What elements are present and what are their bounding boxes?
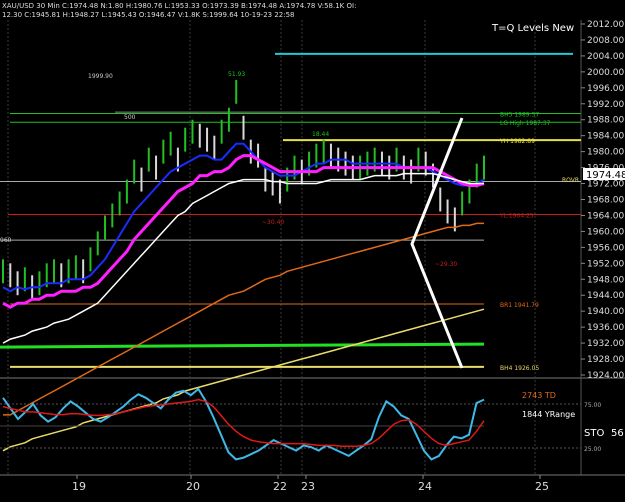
price-axis: 2012.00 2008.00 2004.00 2000.00 1996.00 1992.… (581, 20, 624, 381)
y-tick-label: 1996.00 (587, 84, 624, 94)
y-tick-label: 2012.00 (587, 20, 624, 30)
x-tick-label: 22 (273, 480, 287, 493)
y-tick-label: 1956.00 (587, 243, 624, 253)
y-tick-label: 1944.00 (587, 291, 624, 301)
level-label: YL 1964.25 (499, 212, 534, 219)
y-tick-label: 1948.00 (587, 275, 624, 285)
chart-annotation: 1999.90 (88, 73, 113, 80)
header-line-2: 12.30 C:1945.81 H:1948.27 L:1945.43 O:19… (2, 11, 295, 19)
level-label: BH4 1926.05 (500, 365, 539, 372)
osc-tick-label: 25.00 (584, 446, 601, 453)
y-tick-label: 1964.00 (587, 211, 624, 221)
header-line-1: XAU/USD 30 Min C:1974.48 N:1.80 H:1980.7… (2, 2, 356, 10)
chart-annotation: 500 (124, 114, 136, 121)
y-tick-label: 1968.00 (587, 196, 624, 206)
x-tick-label: 25 (535, 480, 549, 493)
level-label: BH5 1989.57 (500, 111, 539, 118)
sto-value: 56 (611, 428, 624, 439)
level-label: BR1 1941.79 (500, 302, 539, 309)
last-price-label: 1974.48 (586, 170, 625, 181)
y-tick-label: 1972.00 (587, 180, 624, 190)
y-tick-label: 2008.00 (587, 36, 624, 46)
y-tick-label: 2000.00 (587, 68, 624, 78)
y-tick-label: 1936.00 (587, 323, 624, 333)
chart-annotation: 51.93 (228, 71, 245, 78)
chart-annotation: ROVR (562, 177, 579, 184)
chart-annotation: ~29.30 (435, 261, 457, 268)
x-tick-label: 24 (418, 480, 432, 493)
y-tick-label: 1940.00 (587, 307, 624, 317)
chart-annotation: 18.44 (312, 131, 329, 138)
y-tick-label: 2004.00 (587, 52, 624, 62)
chart-annotation: ~30.40 (262, 219, 284, 226)
y-tick-label: 1932.00 (587, 339, 624, 349)
y-tick-label: 1924.00 (587, 371, 624, 381)
chart: XAU/USD 30 Min C:1974.48 N:1.80 H:1980.7… (0, 0, 625, 502)
y-tick-label: 1988.00 (587, 116, 624, 126)
yrange-label: 1844 YRange (522, 410, 575, 419)
y-tick-label: 1980.00 (587, 148, 624, 158)
y-tick-label: 1928.00 (587, 355, 624, 365)
x-tick-label: 19 (72, 480, 86, 493)
y-tick-label: 1992.00 (587, 100, 624, 110)
y-tick-label: 1984.00 (587, 132, 624, 142)
x-tick-label: 20 (186, 480, 200, 493)
sto-label: STO (584, 428, 604, 439)
osc-tick-label: 75.00 (584, 402, 601, 409)
y-tick-label: 1952.00 (587, 259, 624, 269)
y-tick-label: 1960.00 (587, 227, 624, 237)
x-tick-label: 23 (301, 480, 315, 493)
level-label: YH 1982.89 (499, 138, 535, 145)
td-label: 2743 TD (522, 391, 556, 400)
chart-annotation: 960 (0, 237, 12, 244)
level-label: LG High 1987.37 (500, 120, 551, 127)
chart-title: T=Q Levels New (491, 23, 574, 34)
